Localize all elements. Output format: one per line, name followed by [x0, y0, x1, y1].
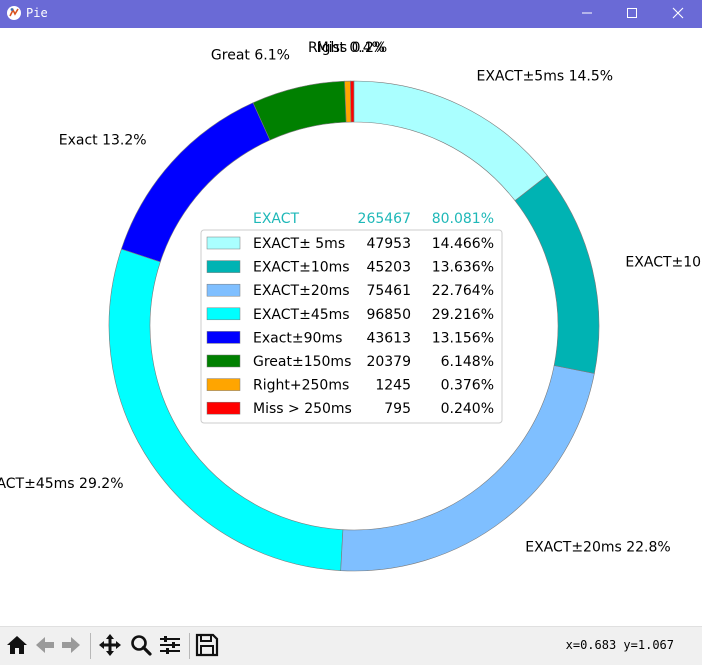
slice-label-exact-90ms: Exact 13.2%	[59, 132, 147, 148]
window-titlebar: Pie	[0, 0, 702, 28]
legend-label-exact-10ms: EXACT±10ms	[253, 260, 350, 276]
legend-swatch-great-150ms	[206, 354, 241, 368]
save-icon[interactable]	[194, 632, 220, 658]
cursor-coordinates: x=0.683 y=1.067	[565, 638, 674, 652]
legend-value-exact-20ms: 75461	[366, 283, 411, 299]
legend-percent-exact-45ms: 29.216%	[432, 307, 494, 323]
legend-label-exact-45ms: EXACT±45ms	[253, 307, 350, 323]
minimize-button[interactable]	[564, 0, 610, 28]
legend-label-great-150ms: Great±150ms	[253, 354, 351, 370]
legend-value-great-150ms: 20379	[366, 354, 411, 370]
legend-label-exact-5ms: EXACT± 5ms	[253, 236, 345, 252]
legend-label-right-250ms: Right+250ms	[253, 378, 349, 394]
legend-swatch-exact-10ms	[206, 260, 241, 273]
legend-summary-label: EXACT	[253, 211, 300, 227]
navigation-toolbar: x=0.683 y=1.067	[0, 626, 702, 665]
zoom-icon[interactable]	[128, 632, 154, 658]
forward-icon[interactable]	[58, 632, 84, 658]
close-button[interactable]	[655, 0, 701, 28]
legend-swatch-exact-45ms	[206, 307, 241, 321]
legend-swatch-right-250ms	[206, 378, 241, 391]
legend-percent-exact-90ms: 13.156%	[432, 330, 494, 346]
minimize-icon	[582, 12, 592, 14]
wedge-exact-5ms	[353, 80, 548, 202]
home-icon[interactable]	[4, 632, 30, 658]
legend-percent-exact-20ms: 22.764%	[432, 283, 494, 299]
legend-value-exact-90ms: 43613	[366, 330, 411, 346]
wedge-great-150ms	[252, 80, 347, 141]
maximize-button[interactable]	[609, 0, 655, 28]
slice-label-great-150ms: Great 6.1%	[211, 47, 290, 63]
app-icon	[7, 6, 21, 20]
toolbar-separator	[90, 633, 91, 659]
slice-label-exact-10ms: EXACT±10ms 13.6%	[625, 254, 702, 270]
slice-label-exact-20ms: EXACT±20ms 22.8%	[525, 539, 671, 555]
slice-label-exact-5ms: EXACT±5ms 14.5%	[476, 68, 613, 84]
legend-value-exact-10ms: 45203	[366, 260, 411, 276]
slice-label-right-250ms: Right 0.4%	[308, 40, 385, 56]
legend-percent-exact-10ms: 13.636%	[432, 260, 494, 276]
legend-value-miss-250ms: 795	[384, 401, 411, 417]
donut-chart: Miss 0.2%Right 0.4%Great 6.1%Exact 13.2%…	[0, 40, 702, 572]
legend-value-right-250ms: 1245	[375, 378, 411, 394]
wedge-exact-10ms	[514, 174, 600, 374]
legend-label-miss-250ms: Miss > 250ms	[253, 401, 352, 417]
legend-swatch-exact-90ms	[206, 331, 241, 344]
legend-percent-great-150ms: 6.148%	[441, 354, 494, 370]
toolbar-separator	[189, 633, 190, 659]
legend-swatch-exact-20ms	[206, 283, 241, 297]
slice-label-exact-45ms: EXACT±45ms 29.2%	[0, 476, 124, 492]
plot-canvas[interactable]: Miss 0.2% Right 0.4% Great 6.1% Exact 13.2%…	[0, 28, 702, 626]
legend-value-exact-45ms: 96850	[366, 307, 411, 323]
legend-percent-miss-250ms: 0.240%	[441, 401, 494, 417]
legend-swatch-miss-250ms	[206, 401, 241, 415]
window-title: Pie	[26, 6, 48, 20]
maximize-icon	[627, 8, 637, 18]
legend-label-exact-90ms: Exact±90ms	[253, 330, 342, 346]
configure-icon[interactable]	[157, 632, 183, 658]
legend-swatch-exact-5ms	[206, 236, 241, 250]
legend-summary-percent: 80.081%	[432, 211, 494, 227]
legend-label-exact-20ms: EXACT±20ms	[253, 283, 350, 299]
legend-percent-right-250ms: 0.376%	[441, 378, 494, 394]
back-icon[interactable]	[32, 632, 58, 658]
legend-percent-exact-5ms: 14.466%	[432, 236, 494, 252]
legend-value-exact-5ms: 47953	[366, 236, 411, 252]
pan-icon[interactable]	[97, 632, 123, 658]
legend-summary-value: 265467	[358, 211, 411, 227]
close-icon	[672, 7, 684, 19]
